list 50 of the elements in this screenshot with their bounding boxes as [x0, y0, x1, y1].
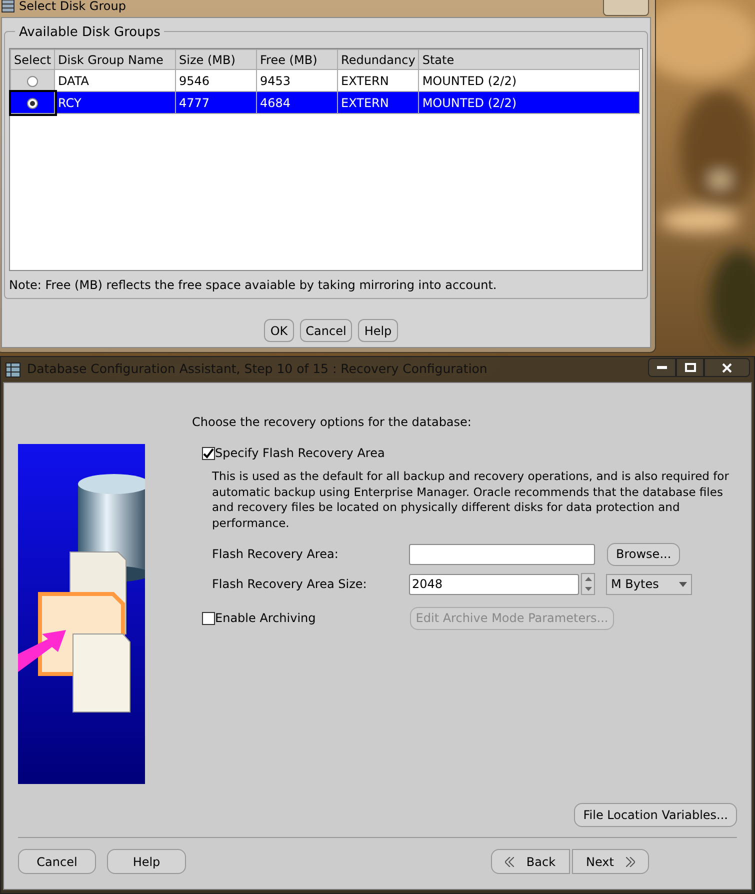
table-row[interactable]: RCY 4777 4684 EXTERN MOUNTED (2/2) [10, 92, 640, 114]
table-cell: 4777 [176, 92, 257, 114]
column-header[interactable]: Size (MB) [176, 50, 257, 70]
checkbox-label: Specify Flash Recovery Area [215, 445, 385, 462]
help-button[interactable]: Help [358, 319, 398, 342]
instruction-text: Choose the recovery options for the database: [192, 414, 472, 431]
cancel-button[interactable]: Cancel [300, 319, 352, 342]
down-arrow-icon [584, 587, 592, 591]
description-text: This is used as the default for all backup and recovery operations, and is also required for automatic backup using Enterprise Manager. Oracle recommends that the database files and recovery files be located on physically different disks for data protection and performance. [212, 469, 730, 531]
unit-dropdown[interactable]: M Bytes [606, 574, 692, 594]
table-cell: RCY [54, 92, 176, 114]
radio-button[interactable] [27, 98, 38, 109]
column-header[interactable]: Select [10, 50, 55, 70]
table-cell: MOUNTED (2/2) [418, 92, 640, 114]
maximize-icon [684, 363, 696, 372]
dropdown-arrow-icon [679, 582, 687, 586]
cancel-button[interactable]: Cancel [18, 849, 96, 874]
column-header[interactable]: Redundancy [338, 50, 419, 70]
field-label: Flash Recovery Area Size: [212, 576, 368, 593]
next-button[interactable]: Next [572, 849, 649, 874]
close-icon [722, 362, 732, 372]
note-text: Note: Free (MB) reflects the free space avaiable by taking mirroring into account. [9, 277, 498, 294]
column-header[interactable]: Disk Group Name [54, 50, 176, 70]
spinner[interactable] [581, 573, 595, 595]
table-cell: EXTERN [338, 92, 419, 114]
help-button[interactable]: Help [107, 849, 186, 874]
checkbox-label: Enable Archiving [215, 610, 317, 627]
chevron-left-icon [505, 856, 514, 866]
radio-button[interactable] [27, 76, 38, 87]
file-location-button[interactable]: File Location Variables... [574, 803, 737, 827]
minimize-button[interactable] [648, 358, 676, 377]
checkbox[interactable] [202, 446, 215, 460]
back-button[interactable]: Back [491, 849, 570, 874]
chevron-right-icon [626, 856, 635, 866]
ok-button[interactable]: OK [264, 319, 294, 342]
column-header[interactable]: State [418, 50, 640, 70]
column-header[interactable]: Free (MB) [256, 50, 338, 70]
table-row[interactable]: DATA 9546 9453 EXTERN MOUNTED (2/2) [10, 70, 640, 92]
title-bar-button[interactable] [603, 0, 649, 16]
field-label: Flash Recovery Area: [212, 546, 340, 563]
table-cell: 4684 [256, 92, 338, 114]
browse-button[interactable]: Browse... [607, 542, 680, 566]
maximize-button[interactable] [676, 358, 704, 377]
input-field[interactable] [409, 544, 595, 564]
checkbox[interactable] [202, 612, 215, 624]
up-arrow-icon [584, 577, 592, 581]
window-title: Select Disk Group [19, 0, 126, 14]
number-field[interactable]: 2048 [409, 574, 579, 594]
minimize-icon [657, 366, 667, 369]
close-button[interactable] [704, 358, 750, 377]
